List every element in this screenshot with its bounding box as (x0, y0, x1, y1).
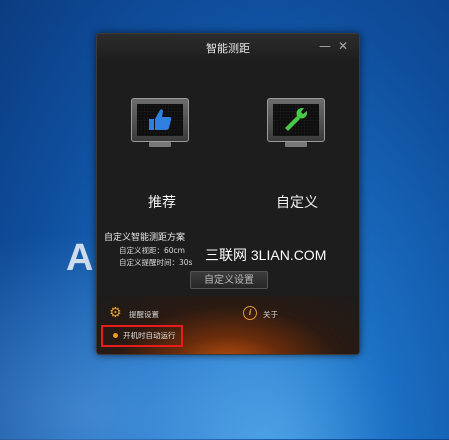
custom-plan-title: 自定义智能测距方案 (104, 233, 186, 243)
monitor-frame (131, 98, 189, 142)
about-link[interactable]: 关于 (263, 309, 278, 320)
custom-label[interactable]: 自定义 (252, 192, 342, 212)
custom-distance-text: 自定义视距：60cm (119, 246, 185, 255)
monitor-stand (285, 142, 307, 147)
wrench-icon (285, 108, 307, 131)
minimize-button[interactable]: — (319, 40, 331, 52)
recommend-label[interactable]: 推荐 (117, 192, 207, 212)
title-bar: 智能测距 — ✕ (97, 34, 359, 60)
custom-option-tile[interactable] (267, 98, 325, 148)
monitor-frame (267, 98, 325, 142)
footer-panel: ⚙ 提醒设置 i 关于 开机时自动运行 (97, 296, 359, 354)
monitor-screen (273, 104, 319, 136)
custom-settings-button[interactable]: 自定义设置 (190, 271, 268, 289)
recommend-option-tile[interactable] (131, 98, 189, 148)
close-button[interactable]: ✕ (337, 40, 349, 52)
custom-remind-time-text: 自定义提醒时间：30s (119, 258, 193, 267)
monitor-screen (137, 104, 183, 136)
autostart-label[interactable]: 开机时自动运行 (123, 330, 176, 341)
thumbs-up-icon (149, 109, 172, 130)
info-icon[interactable]: i (243, 306, 257, 320)
gear-icon[interactable]: ⚙ (109, 306, 123, 320)
monitor-stand (149, 142, 171, 147)
autostart-highlight-box[interactable]: 开机时自动运行 (101, 325, 183, 347)
app-window: 智能测距 — ✕ 推荐 自定义 自定义智能测距方案 自定义视距：60cm 自定义… (96, 33, 360, 355)
remind-settings-link[interactable]: 提醒设置 (129, 309, 159, 320)
autostart-radio-dot[interactable] (113, 333, 118, 338)
site-watermark: 三联网 3LIAN.COM (205, 247, 327, 263)
